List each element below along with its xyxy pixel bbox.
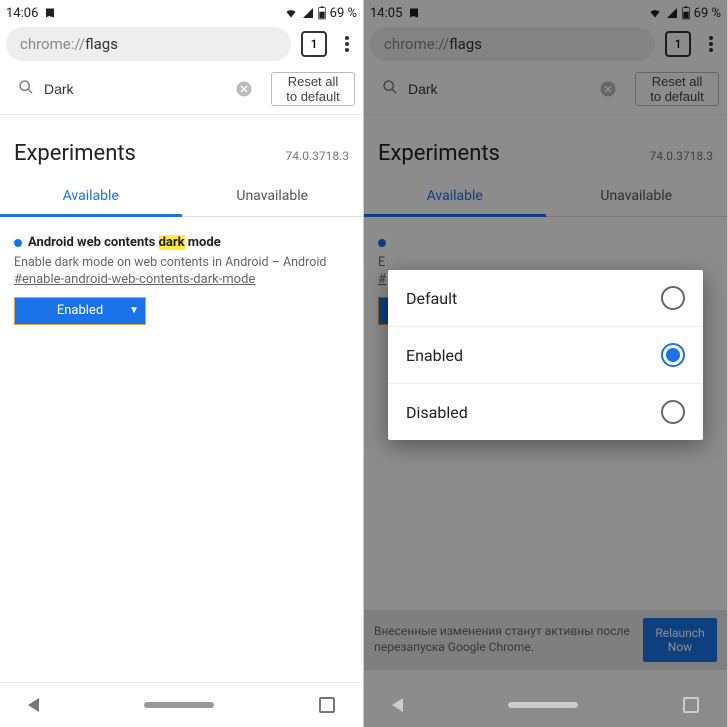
page-title: Experiments	[14, 141, 136, 166]
home-pill-icon[interactable]	[508, 702, 578, 708]
nav-bar	[364, 683, 727, 727]
back-nav-icon[interactable]	[28, 698, 39, 712]
tab-switcher[interactable]: 1	[301, 31, 327, 57]
version-label: 74.0.3718.3	[286, 149, 349, 163]
url-path: flags	[85, 35, 118, 53]
recents-nav-icon[interactable]	[319, 697, 335, 713]
tab-unavailable[interactable]: Unavailable	[182, 172, 364, 216]
tab-bar: Available Unavailable	[0, 172, 363, 217]
home-pill-icon[interactable]	[144, 702, 214, 708]
clock-text: 14:06	[6, 6, 38, 21]
url-bar[interactable]: chrome://flags	[6, 27, 291, 61]
option-enabled[interactable]: Enabled	[388, 327, 703, 384]
options-dialog: Default Enabled Disabled	[388, 270, 703, 440]
url-prefix: chrome://	[20, 35, 85, 53]
flag-title: Android web contents dark mode	[14, 235, 349, 250]
flag-select[interactable]: Enabled ▼	[14, 297, 146, 325]
option-disabled[interactable]: Disabled	[388, 384, 703, 440]
recents-nav-icon[interactable]	[683, 697, 699, 713]
flag-play-icon	[44, 7, 56, 19]
search-input-wrap	[8, 72, 263, 106]
battery-text: 69 %	[330, 6, 357, 21]
nav-bar	[0, 682, 363, 727]
tab-available[interactable]: Available	[0, 172, 182, 216]
flag-item: Android web contents dark mode Enable da…	[0, 217, 363, 335]
signal-icon	[302, 7, 314, 19]
flag-description: Enable dark mode on web contents in Andr…	[14, 254, 349, 272]
clear-search-icon[interactable]	[235, 80, 253, 98]
search-icon	[18, 79, 34, 99]
back-nav-icon[interactable]	[392, 698, 403, 712]
highlight: dark	[159, 235, 185, 250]
flag-anchor[interactable]: #enable-android-web-contents-dark-mode	[14, 272, 349, 287]
search-input[interactable]	[42, 80, 227, 98]
status-bar: 14:06 69 %	[0, 0, 363, 24]
radio-icon	[661, 400, 685, 424]
modified-dot-icon	[14, 239, 22, 247]
battery-icon	[318, 6, 326, 20]
chevron-down-icon: ▼	[129, 305, 139, 316]
reset-all-button[interactable]: Reset all to default	[271, 72, 355, 106]
radio-icon-selected	[661, 343, 685, 367]
overflow-menu-icon[interactable]	[337, 36, 357, 52]
wifi-icon	[284, 7, 298, 19]
option-default[interactable]: Default	[388, 270, 703, 327]
radio-icon	[661, 286, 685, 310]
